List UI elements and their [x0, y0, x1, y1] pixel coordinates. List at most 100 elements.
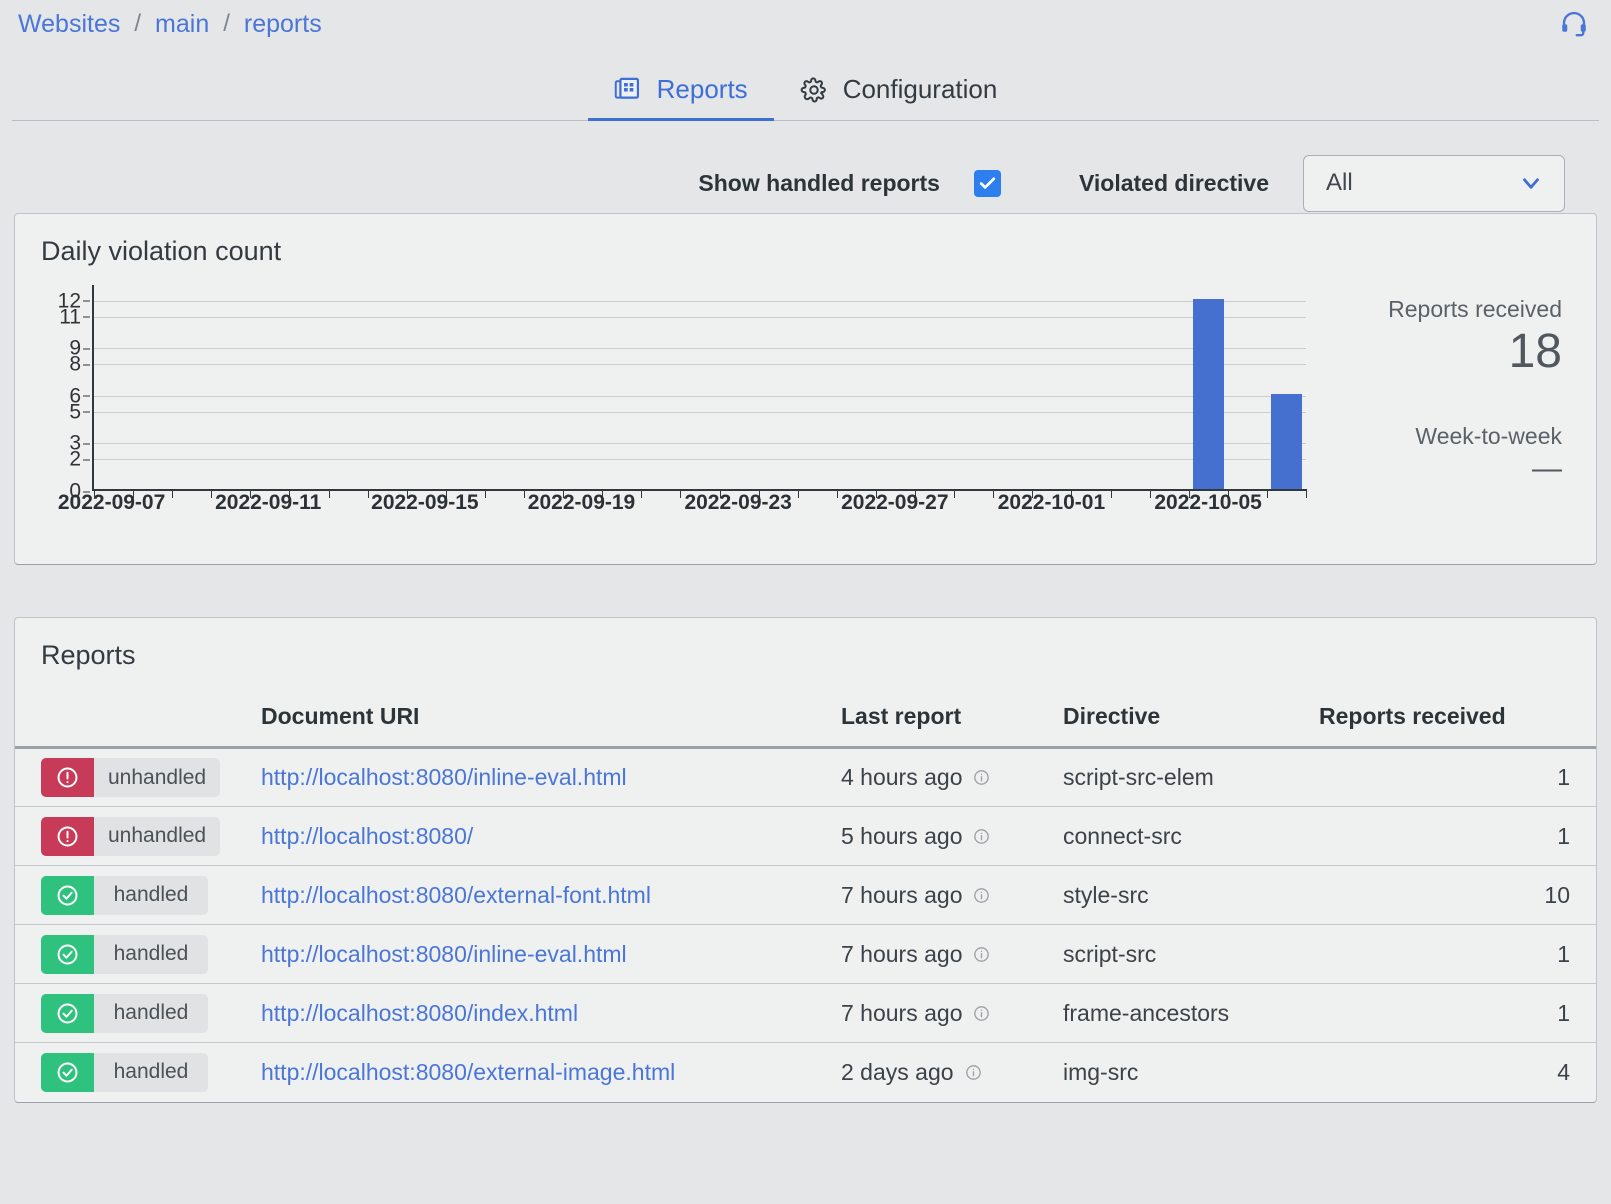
breadcrumb-item-websites[interactable]: Websites [18, 10, 120, 39]
violated-directive-select[interactable]: All [1303, 154, 1565, 212]
status-badge-label: unhandled [108, 765, 207, 789]
cell-reports-received: 1 [1319, 924, 1596, 984]
cell-document-uri: http://localhost:8080/ [261, 806, 841, 866]
chart-title: Daily violation count [41, 236, 282, 266]
cell-last-report: 7 hours ago [841, 924, 1063, 984]
table-header-row: Document URI Last report Directive Repor… [15, 695, 1596, 749]
x-axis-tick-label: 2022-09-11 [215, 491, 322, 514]
cell-status: handled [15, 1043, 261, 1102]
breadcrumb-item-main[interactable]: main [155, 10, 209, 39]
tab-reports[interactable]: Reports [587, 68, 774, 121]
status-badge[interactable]: unhandled [41, 758, 221, 797]
cell-last-report: 7 hours ago [841, 865, 1063, 925]
show-handled-reports-checkbox[interactable] [973, 169, 1001, 197]
bar-chart: 0 2 3 5 6 8 9 11 12 2022-09-07 2022-09-11 2022-09-… [37, 285, 1312, 515]
x-axis-tick-label: 2022-10-01 [997, 491, 1106, 514]
last-report-value: 5 hours ago [841, 822, 963, 849]
x-axis-tick-label: 2022-09-27 [841, 491, 949, 514]
status-badge[interactable]: handled [41, 875, 208, 915]
bar [1270, 393, 1303, 489]
cell-directive: style-src [1063, 865, 1319, 925]
chart-stats: Reports received 18 Week-to-week — [1312, 285, 1574, 535]
cell-last-report: 2 days ago [841, 1043, 1063, 1102]
cell-reports-received: 1 [1319, 747, 1596, 807]
table-row[interactable]: unhandled http://localhost:8080/5 hours a… [15, 806, 1596, 866]
table-row[interactable]: handled http://localhost:8080/index.html 7… [15, 983, 1596, 1043]
cell-document-uri: http://localhost:8080/inline-eval.html [261, 747, 841, 807]
cell-last-report: 7 hours ago [841, 983, 1063, 1043]
document-uri-link[interactable]: http://localhost:8080/index.html [261, 1000, 578, 1026]
cell-document-uri: http://localhost:8080/inline-eval.html [261, 924, 841, 984]
column-header-last-report: Last report [841, 695, 1063, 749]
week-to-week-value: — [1532, 451, 1562, 485]
bar-series [94, 285, 1306, 489]
document-uri-link[interactable]: http://localhost:8080/inline-eval.html [261, 941, 627, 967]
x-axis-labels: 2022-09-07 2022-09-11 2022-09-15 2022-09-19… [58, 491, 1306, 515]
cell-directive: connect-src [1063, 806, 1319, 866]
info-icon[interactable] [973, 946, 990, 963]
gear-icon [800, 76, 828, 104]
reports-table: Document URI Last report Directive Repor… [15, 695, 1596, 1102]
table-row[interactable]: handled http://localhost:8080/external-fo… [15, 865, 1596, 925]
y-axis-tick-label: 6 [69, 384, 90, 408]
last-report-value: 4 hours ago [841, 764, 963, 790]
plot-area [92, 285, 1307, 498]
x-axis-tick-label: 2022-09-07 [57, 491, 166, 514]
show-handled-reports-label: Show handled reports [698, 169, 940, 196]
document-uri-link[interactable]: http://localhost:8080/inline-eval.html [261, 764, 627, 790]
bar [1192, 298, 1224, 489]
headset-icon[interactable] [1557, 6, 1591, 40]
status-badge[interactable]: unhandled [41, 816, 221, 856]
daily-violation-count-card: Daily violation count 0 2 3 5 6 8 9 11 12 2022-0… [14, 213, 1597, 565]
y-axis-tick-label: 9 [69, 336, 90, 360]
tab-reports-label: Reports [656, 74, 748, 104]
reports-icon [614, 76, 642, 104]
table-row[interactable]: handled http://localhost:8080/inline-eval… [15, 924, 1596, 984]
cell-status: handled [15, 865, 261, 925]
breadcrumb-separator: / [134, 10, 142, 37]
document-uri-link[interactable]: http://localhost:8080/external-font.html [261, 882, 651, 908]
status-badge-label: handled [113, 883, 189, 906]
info-icon[interactable] [973, 887, 990, 904]
status-badge[interactable]: handled [41, 934, 208, 974]
tab-bar: Reports Configuration [0, 48, 1611, 121]
info-icon[interactable] [965, 1064, 982, 1081]
cell-last-report: 4 hours ago [841, 747, 1063, 807]
status-badge[interactable]: handled [41, 1052, 208, 1092]
info-icon[interactable] [973, 1005, 990, 1022]
reports-title: Reports [41, 640, 136, 670]
x-axis-tick-label: 2022-10-05 [1154, 491, 1262, 514]
cell-directive: script-src-elem [1063, 747, 1319, 807]
check-circle-icon [41, 1052, 94, 1092]
status-badge-label: handled [113, 942, 189, 965]
cell-directive: img-src [1063, 1058, 1139, 1085]
status-badge-label: handled [113, 1001, 189, 1024]
document-uri-link[interactable]: http://localhost:8080/external-image.htm… [261, 1059, 675, 1085]
info-icon[interactable] [973, 769, 990, 786]
cell-document-uri: http://localhost:8080/external-image.htm… [261, 1043, 841, 1102]
status-badge[interactable]: handled [41, 993, 208, 1033]
document-uri-link[interactable]: http://localhost:8080/ [261, 823, 473, 849]
breadcrumb-item-reports[interactable]: reports [244, 10, 322, 39]
cell-status: unhandled [15, 806, 261, 866]
last-report-value: 2 days ago [841, 1058, 954, 1085]
cell-directive: script-src [1063, 924, 1319, 984]
violated-directive-value: All [1326, 169, 1353, 196]
table-row[interactable]: unhandled http://localhost:8080/inline-ev… [15, 747, 1596, 807]
x-axis-tick-label: 2022-09-19 [527, 491, 636, 514]
breadcrumb: Websites / main / reports [18, 10, 322, 39]
tab-configuration[interactable]: Configuration [774, 68, 1024, 121]
reports-table-card: Reports Document URI Last report Directi… [14, 617, 1597, 1103]
alert-circle-icon [41, 816, 94, 856]
cell-document-uri: http://localhost:8080/index.html [261, 983, 841, 1043]
column-header-directive: Directive [1063, 695, 1319, 749]
alert-circle-icon [41, 758, 94, 797]
reports-received-value: 18 [1508, 325, 1562, 379]
info-icon[interactable] [973, 828, 990, 845]
check-circle-icon [41, 993, 94, 1033]
cell-directive: frame-ancestors [1063, 983, 1319, 1043]
cell-last-report: 5 hours ago [841, 806, 1063, 866]
last-report-value: 7 hours ago [841, 999, 963, 1026]
table-row[interactable]: handled http://localhost:8080/external-im… [15, 1043, 1596, 1102]
status-badge-label: unhandled [108, 824, 207, 847]
